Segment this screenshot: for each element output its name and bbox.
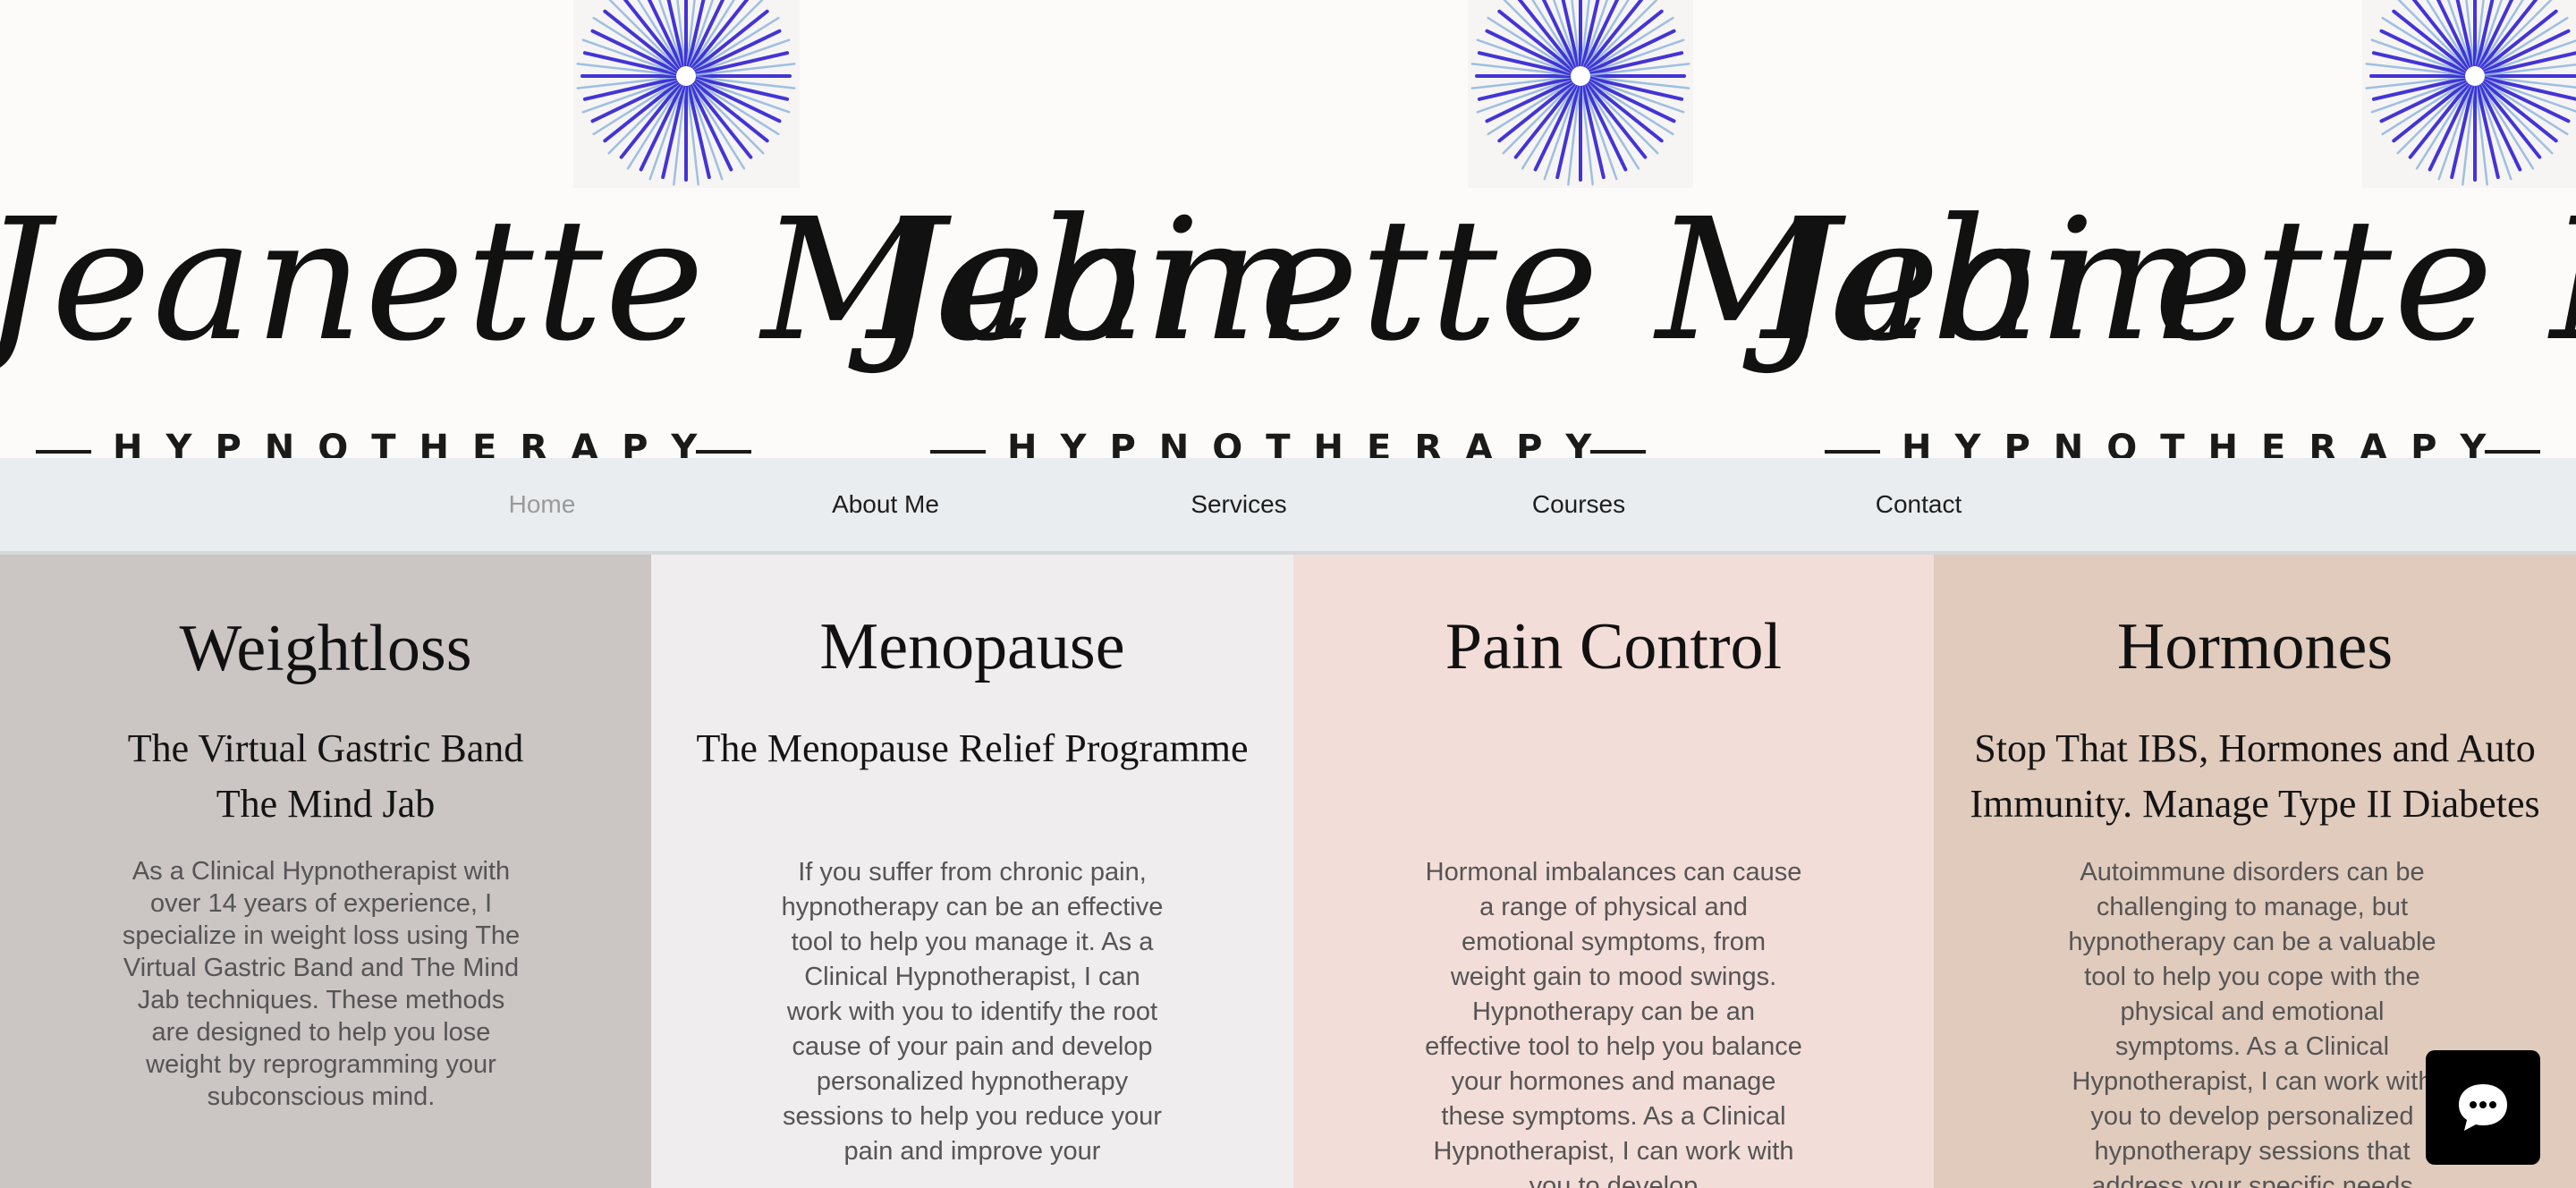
- panel-subtitle: The Mind Jab: [216, 782, 436, 826]
- chat-bubble-icon: [2459, 1084, 2507, 1131]
- panel-menopause: Menopause The Menopause Relief Programme…: [651, 555, 1293, 1188]
- logo-tile: Jeanette Mabin HYPNOTHERAPY: [1467, 0, 2576, 458]
- header-banner: Jeanette Mabin HYPNOTHERAPY Jeanette Mab…: [0, 0, 2576, 458]
- chat-button[interactable]: [2426, 1050, 2540, 1165]
- nav-services[interactable]: Services: [1163, 458, 1315, 551]
- panel-body: Hormonal imbalances can cause a range of…: [1425, 858, 1802, 1188]
- panel-subtitle: Stop That IBS, Hormones and Auto: [1974, 726, 2536, 770]
- main-nav: Home About Me Services Courses Contact: [0, 458, 2576, 555]
- panel-body: As a Clinical Hypnotherapist with over 1…: [122, 857, 521, 1111]
- panel-body: If you suffer from chronic pain, hypnoth…: [781, 858, 1164, 1166]
- panel-weightloss: Weightloss The Virtual Gastric Band The …: [0, 555, 651, 1188]
- nav-home[interactable]: Home: [465, 458, 619, 551]
- panel-title: Menopause: [819, 610, 1125, 683]
- nav-contact[interactable]: Contact: [1843, 458, 1995, 551]
- panel-title: Pain Control: [1445, 610, 1783, 683]
- sunburst-logo-icon: [576, 0, 796, 186]
- panel-subtitle: The Menopause Relief Programme: [696, 726, 1249, 770]
- panel-subtitle: Immunity. Manage Type II Diabetes: [1970, 782, 2540, 826]
- nav-courses[interactable]: Courses: [1503, 458, 1655, 551]
- panel-subtitle: The Virtual Gastric Band: [127, 726, 524, 770]
- sunburst-logo-icon: [2365, 0, 2576, 186]
- panel-body: Autoimmune disorders can be challenging …: [2068, 858, 2436, 1188]
- panel-title: Hormones: [2116, 610, 2394, 683]
- nav-about-me[interactable]: About Me: [805, 458, 966, 551]
- brand-name: Jeanette Mabin: [1771, 182, 2576, 378]
- panel-title: Weightloss: [179, 612, 472, 685]
- logo-tile: Jeanette Mabin HYPNOTHERAPY: [0, 0, 1310, 458]
- panel-pain-control: Pain Control Hormonal imbalances can cau…: [1293, 555, 1934, 1188]
- brand-tagline: HYPNOTHERAPY: [1902, 428, 2510, 458]
